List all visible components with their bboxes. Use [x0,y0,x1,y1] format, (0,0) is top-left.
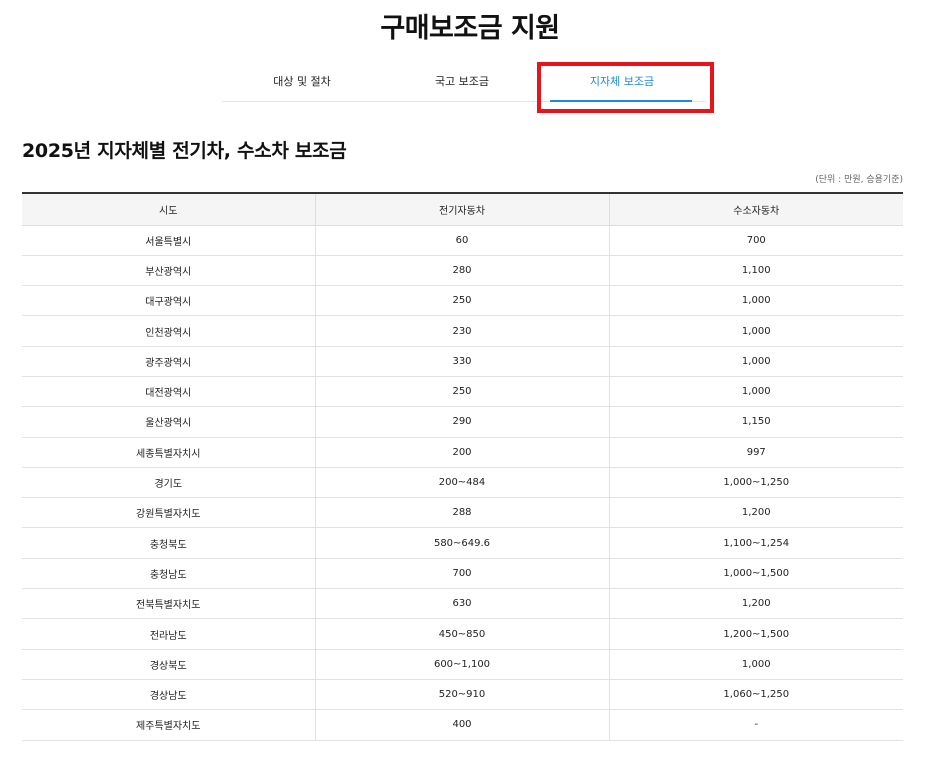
cell-region: 전북특별자치도 [22,588,315,620]
unit-note: (단위 : 만원, 승용기준) [815,175,903,185]
cell-hydrogen-subsidy: 1,060~1,250 [608,679,903,711]
cell-hydrogen-subsidy: 1,100~1,254 [608,527,903,559]
column-header-ev: 전기자동차 [314,193,609,226]
cell-ev-subsidy: 580~649.6 [314,527,609,559]
table-body: 서울특별시 60 700 부산광역시 280 1,100 대구광역시 250 1,000 인천광역… [22,225,903,741]
column-header-hydrogen: 수소자동차 [608,193,903,226]
cell-hydrogen-subsidy: 1,000~1,250 [608,467,903,499]
cell-ev-subsidy: 280 [314,255,609,287]
tab-local-subsidy[interactable]: 지자체 보조금 [542,62,702,102]
tab-bar: 대상 및 절차 국고 보조금 지자체 보조금 [222,62,706,102]
cell-region: 대구광역시 [22,285,315,317]
table-row: 경상북도 600~1,100 1,000 [22,649,903,680]
table-row: 광주광역시 330 1,000 [22,346,903,377]
table-row: 전북특별자치도 630 1,200 [22,588,903,620]
cell-region: 강원특별자치도 [22,497,315,529]
page-title: 구매보조금 지원 [380,13,560,44]
table-row: 울산광역시 290 1,150 [22,406,903,438]
cell-ev-subsidy: 200~484 [314,467,609,499]
cell-ev-subsidy: 200 [314,437,609,468]
tab-national-subsidy[interactable]: 국고 보조금 [382,62,542,101]
tab-eligibility-procedure[interactable]: 대상 및 절차 [222,62,382,101]
cell-hydrogen-subsidy: - [608,709,903,741]
table-row: 경상남도 520~910 1,060~1,250 [22,679,903,711]
cell-ev-subsidy: 288 [314,497,609,529]
page: 구매보조금 지원 대상 및 절차 국고 보조금 지자체 보조금 2025년 지자… [0,0,940,765]
table-row: 충청남도 700 1,000~1,500 [22,558,903,590]
table-row: 경기도 200~484 1,000~1,250 [22,467,903,499]
cell-ev-subsidy: 60 [314,225,609,256]
table-row: 강원특별자치도 288 1,200 [22,497,903,529]
cell-ev-subsidy: 700 [314,558,609,590]
subsidy-table: 시도 전기자동차 수소자동차 서울특별시 60 700 부산광역시 280 1,100 대구… [22,192,903,741]
cell-region: 경상북도 [22,649,315,680]
cell-hydrogen-subsidy: 1,200 [608,497,903,529]
section-title: 2025년 지자체별 전기차, 수소차 보조금 [22,140,347,162]
cell-ev-subsidy: 400 [314,709,609,741]
cell-hydrogen-subsidy: 1,100 [608,255,903,287]
cell-ev-subsidy: 290 [314,406,609,438]
table-row: 대전광역시 250 1,000 [22,376,903,408]
cell-region: 인천광역시 [22,315,315,347]
column-header-region: 시도 [22,193,315,226]
table-row: 세종특별자치시 200 997 [22,437,903,468]
cell-hydrogen-subsidy: 1,000~1,500 [608,558,903,590]
cell-hydrogen-subsidy: 1,000 [608,376,903,408]
cell-region: 경상남도 [22,679,315,711]
cell-ev-subsidy: 450~850 [314,618,609,650]
table-row: 인천광역시 230 1,000 [22,315,903,347]
cell-ev-subsidy: 600~1,100 [314,649,609,680]
cell-region: 서울특별시 [22,225,315,256]
cell-hydrogen-subsidy: 1,150 [608,406,903,438]
table-row: 부산광역시 280 1,100 [22,255,903,287]
cell-region: 대전광역시 [22,376,315,408]
cell-ev-subsidy: 230 [314,315,609,347]
cell-region: 세종특별자치시 [22,437,315,468]
table-row: 제주특별자치도 400- [22,709,903,741]
table-row: 충청북도 580~649.6 1,100~1,254 [22,527,903,559]
cell-region: 충청남도 [22,558,315,590]
cell-hydrogen-subsidy: 1,200 [608,588,903,620]
cell-ev-subsidy: 520~910 [314,679,609,711]
cell-hydrogen-subsidy: 700 [608,225,903,256]
cell-hydrogen-subsidy: 1,000 [608,285,903,317]
cell-hydrogen-subsidy: 1,000 [608,649,903,680]
table-header-row: 시도 전기자동차 수소자동차 [22,193,903,226]
cell-region: 충청북도 [22,527,315,559]
table-row: 전라남도 450~850 1,200~1,500 [22,618,903,650]
cell-hydrogen-subsidy: 1,000 [608,315,903,347]
cell-region: 부산광역시 [22,255,315,287]
cell-ev-subsidy: 630 [314,588,609,620]
cell-region: 제주특별자치도 [22,709,315,741]
cell-region: 울산광역시 [22,406,315,438]
cell-hydrogen-subsidy: 1,200~1,500 [608,618,903,650]
cell-ev-subsidy: 250 [314,285,609,317]
cell-ev-subsidy: 250 [314,376,609,408]
table-row: 대구광역시 250 1,000 [22,285,903,317]
cell-region: 광주광역시 [22,346,315,377]
cell-region: 경기도 [22,467,315,499]
cell-hydrogen-subsidy: 997 [608,437,903,468]
table-row: 서울특별시 60 700 [22,225,903,256]
cell-hydrogen-subsidy: 1,000 [608,346,903,377]
cell-ev-subsidy: 330 [314,346,609,377]
cell-region: 전라남도 [22,618,315,650]
